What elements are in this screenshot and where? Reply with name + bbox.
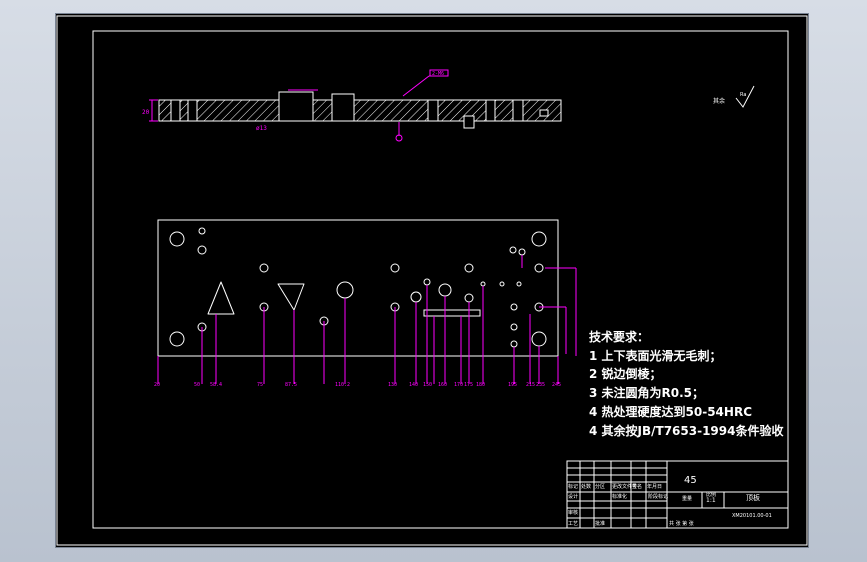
- section-callout-label: 2-M6: [432, 71, 444, 77]
- drawing-canvas: 20 2-M6 ø13 其余 Ra 20 50 58.4 75 87.5 110…: [56, 15, 808, 546]
- tb-cell: 年月日: [647, 483, 662, 490]
- section-dim-left: 20: [142, 109, 150, 116]
- plan-dim: 58.4: [210, 382, 222, 388]
- plan-dim: 215: [526, 382, 535, 388]
- tb-cell: 重量: [682, 495, 692, 502]
- tb-cell: 批准: [595, 520, 605, 527]
- roughness-symbol: 其余 Ra: [713, 85, 755, 108]
- requirement-item: 2 锐边倒棱；: [589, 366, 662, 381]
- roughness-label: 其余: [713, 97, 725, 105]
- plan-dim: 75: [257, 382, 263, 388]
- plan-dim: 235: [536, 382, 545, 388]
- plan-dim: 175: [464, 382, 473, 388]
- plan-dimension-leaders: [157, 255, 577, 384]
- plan-dim: 130: [388, 382, 397, 388]
- plan-dim: 140: [409, 382, 418, 388]
- tb-cell: 比例: [706, 491, 716, 498]
- tb-cell: 分区: [595, 483, 605, 490]
- plan-dim: 180: [476, 382, 485, 388]
- plan-dimension-texts: 20 50 58.4 75 87.5 110.2 130 140 150 160…: [154, 382, 561, 388]
- tb-cell: 工艺: [568, 521, 578, 527]
- part-name: 顶板: [746, 493, 760, 502]
- tb-cell: 标记: [568, 483, 578, 490]
- requirement-item: 4 热处理硬度达到50-54HRC: [589, 404, 752, 419]
- scale-value: 1:1: [706, 497, 716, 504]
- plan-dim: 50: [194, 382, 200, 388]
- requirements-heading: 技术要求：: [589, 329, 649, 344]
- plan-dim: 87.5: [285, 382, 297, 388]
- drawing-viewport[interactable]: 20 2-M6 ø13 其余 Ra 20 50 58.4 75 87.5 110…: [56, 14, 808, 547]
- tb-cell: 设计: [568, 493, 578, 500]
- plan-dim: 20: [154, 382, 160, 388]
- requirement-item: 4 其余按JB/T7653-1994条件验收: [589, 423, 784, 438]
- plan-dim: 160: [438, 382, 447, 388]
- plan-dim: 245: [552, 382, 561, 388]
- tb-cell: 签名: [632, 483, 642, 490]
- tb-cell: 处数: [581, 483, 591, 490]
- section-view: 20 2-M6 ø13: [142, 69, 562, 142]
- tb-cell: 审核: [568, 509, 578, 516]
- requirement-item: 1 上下表面光滑无毛刺；: [589, 348, 722, 363]
- plan-dim: 170: [454, 382, 463, 388]
- plan-dim: 110.2: [335, 382, 350, 388]
- drawing-number: XM20101.00-01: [732, 513, 772, 519]
- tb-cell: 共 张 第 张: [669, 520, 694, 527]
- requirement-item: 3 未注圆角为R0.5；: [589, 385, 704, 400]
- sheet-outer-border: [56, 15, 808, 546]
- plan-dim: 195: [508, 382, 517, 388]
- tb-cell: 阶段标记: [648, 493, 668, 500]
- plan-view: 20 50 58.4 75 87.5 110.2 130 140 150 160…: [154, 219, 577, 388]
- roughness-value: Ra: [740, 92, 746, 98]
- plan-dim: 150: [423, 382, 432, 388]
- cad-application: 20 2-M6 ø13 其余 Ra 20 50 58.4 75 87.5 110…: [0, 0, 867, 562]
- tb-cell: 标准化: [612, 493, 627, 500]
- section-dim-mid: ø13: [256, 125, 267, 132]
- technical-requirements: 技术要求： 1 上下表面光滑无毛刺； 2 锐边倒棱； 3 未注圆角为R0.5； …: [589, 329, 784, 438]
- material-label: 45: [684, 475, 697, 486]
